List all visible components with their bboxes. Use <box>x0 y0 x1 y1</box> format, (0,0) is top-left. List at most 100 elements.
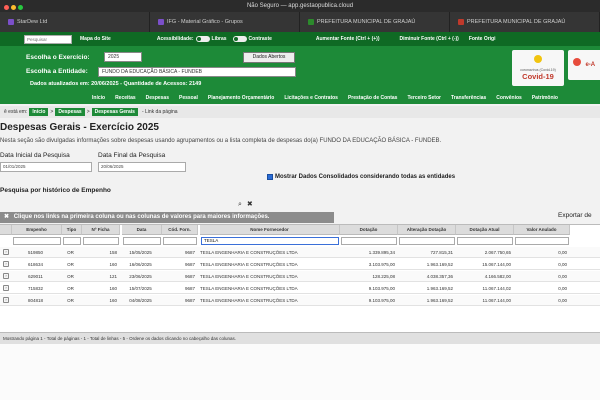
cell-dotacao[interactable]: 128.225,08 <box>340 271 395 282</box>
consolidados-checkbox[interactable]: Mostrar Dados Consolidados considerando … <box>267 174 455 180</box>
favicon-icon <box>8 18 14 25</box>
dados-abertos-button[interactable]: Dados Abertos <box>243 52 295 63</box>
expand-row-icon[interactable]: › <box>3 285 9 291</box>
breadcrumb-inicio[interactable]: Início <box>29 108 49 116</box>
cell-anulado[interactable]: 0,00 <box>514 259 567 270</box>
cell-atual[interactable]: 2.067.750,65 <box>456 247 511 258</box>
data-final-input[interactable]: 20/06/2025 <box>98 162 186 172</box>
nav-item[interactable]: Início <box>92 95 105 101</box>
cell-atual[interactable]: 15.067.144,00 <box>456 259 511 270</box>
contraste-toggle[interactable] <box>232 36 247 42</box>
column-header-data[interactable]: Data <box>122 225 162 235</box>
cell-atual[interactable]: 11.067.144,00 <box>456 295 511 306</box>
entidade-select[interactable]: FUNDO DA EDUCAÇÃO BÁSICA - FUNDEB <box>98 67 296 77</box>
browser-tab[interactable]: StarDew Ltd <box>0 12 150 32</box>
breadcrumb-despesas[interactable]: Despesas <box>55 108 85 116</box>
cell-anulado[interactable]: 0,00 <box>514 271 567 282</box>
contraste-label[interactable]: Contraste <box>249 36 272 42</box>
nav-item[interactable]: Planejamento Orçamentário <box>208 95 274 101</box>
browser-tab[interactable]: IFG - Material Gráfico - Grupos <box>150 12 300 32</box>
filter-input-alteracao[interactable] <box>399 237 455 245</box>
filter-input-anulado[interactable] <box>515 237 569 245</box>
libras-toggle[interactable] <box>195 36 210 42</box>
libras-label[interactable]: Libras <box>212 36 227 42</box>
nav-item[interactable]: Patrimônio <box>532 95 558 101</box>
cell-empenho[interactable]: 804818 <box>12 295 59 306</box>
checkbox-checked-icon[interactable] <box>267 174 273 180</box>
nav-item[interactable]: Terceiro Setor <box>407 95 441 101</box>
cell-dotacao[interactable]: 9.103.975,00 <box>340 283 395 294</box>
cell-dotacao[interactable]: 9.103.975,00 <box>340 295 395 306</box>
breadcrumb-despesas-gerais[interactable]: Despesas Gerais <box>91 108 138 116</box>
browser-address[interactable]: Não Seguro — app.gestaopublica.cloud <box>247 3 353 9</box>
filter-input-tipo[interactable] <box>63 237 81 245</box>
column-header-ficha[interactable]: Nº Ficha <box>82 225 120 235</box>
cell-empenho[interactable]: 715832 <box>12 283 59 294</box>
cell-dotacao[interactable]: 3.103.975,00 <box>340 259 395 270</box>
search-icon[interactable]: ⌕ <box>238 201 242 208</box>
expand-row-icon[interactable]: › <box>3 297 9 303</box>
column-header-tipo[interactable]: Tipo <box>62 225 82 235</box>
notice-text: Clique nos links na primeira coluna ou n… <box>13 214 270 220</box>
table-row[interactable]: › 519850 OR 158 15/05/2025 9687 TESLA ENGENHAR… <box>0 247 600 258</box>
filter-input-cod[interactable] <box>163 237 197 245</box>
column-header-empenho[interactable]: Empenho <box>12 225 62 235</box>
aumentar-fonte-link[interactable]: Aumentar Fonte (Ctrl + (+)) <box>316 36 380 42</box>
data-inicial-input[interactable]: 01/01/2025 <box>0 162 92 172</box>
expand-row-icon[interactable]: › <box>3 273 9 279</box>
nav-item[interactable]: Despesas <box>146 95 169 101</box>
mapa-site-link[interactable]: Mapa do Site <box>80 36 111 42</box>
cell-alteracao[interactable]: 1.963.169,52 <box>398 295 453 306</box>
table-row[interactable]: › 618634 OR 160 16/06/2025 9687 TESLA ENGENHAR… <box>0 259 600 270</box>
cell-alteracao[interactable]: 4.038.357,36 <box>398 271 453 282</box>
expand-row-icon[interactable]: › <box>3 261 9 267</box>
cell-empenho[interactable]: 519850 <box>12 247 59 258</box>
cell-alteracao[interactable]: 1.963.169,52 <box>398 283 453 294</box>
column-header-atual[interactable]: Dotação Atual <box>456 225 514 235</box>
filter-input-ficha[interactable] <box>83 237 119 245</box>
search-input[interactable] <box>24 34 72 44</box>
filter-input-data[interactable] <box>123 237 161 245</box>
filter-input-dotacao[interactable] <box>341 237 397 245</box>
nav-item[interactable]: Convênios <box>496 95 522 101</box>
nav-item[interactable]: Pessoal <box>179 95 198 101</box>
covid-banner[interactable]: coronavírus (Covid-19) Covid-19 <box>512 50 564 86</box>
nav-item[interactable]: Licitações e Contratos <box>284 95 338 101</box>
filter-input-atual[interactable] <box>457 237 513 245</box>
cell-empenho[interactable]: 629011 <box>12 271 59 282</box>
fonte-original-link[interactable]: Fonte Origi <box>469 36 496 42</box>
column-header-dotacao[interactable]: Dotação <box>340 225 398 235</box>
cell-nome: TESLA ENGENHARIA E CONSTRUÇÕES LTDA <box>200 250 298 255</box>
filter-input-empenho[interactable] <box>13 237 61 245</box>
cell-empenho[interactable]: 618634 <box>12 259 59 270</box>
nav-item[interactable]: Receitas <box>115 95 136 101</box>
cell-dotacao[interactable]: 1.339.895,34 <box>340 247 395 258</box>
expand-row-icon[interactable]: › <box>3 249 9 255</box>
cell-alteracao[interactable]: 1.963.169,52 <box>398 259 453 270</box>
table-row[interactable]: › 715832 OR 160 15/07/2025 9687 TESLA ENGENHAR… <box>0 283 600 294</box>
table-row[interactable]: › 804818 OR 160 04/08/2025 9687 TESLA ENGENHAR… <box>0 295 600 306</box>
nav-item[interactable]: Transferências <box>451 95 486 101</box>
cell-atual[interactable]: 11.067.144,02 <box>456 283 511 294</box>
cell-alteracao[interactable]: 727.815,31 <box>398 247 453 258</box>
column-header-anulado[interactable]: Valor Anulado <box>514 225 570 235</box>
nav-item[interactable]: Prestação de Contas <box>348 95 397 101</box>
diminuir-fonte-link[interactable]: Diminuir Fonte (Ctrl + (-)) <box>400 36 459 42</box>
cell-anulado[interactable]: 0,00 <box>514 247 567 258</box>
close-icon[interactable]: ✖ <box>4 214 9 220</box>
cell-anulado[interactable]: 0,00 <box>514 283 567 294</box>
cell-anulado[interactable]: 0,00 <box>514 295 567 306</box>
column-header-nome[interactable]: Nome Fornecedor <box>200 225 340 235</box>
exercicio-select[interactable]: 2025 <box>104 52 142 62</box>
column-header-cod[interactable]: Cód. Forn. <box>162 225 198 235</box>
column-header-alteracao[interactable]: Alteração Dotação <box>398 225 456 235</box>
filter-input-nome[interactable]: TESLA <box>201 237 339 245</box>
table-row[interactable]: › 629011 OR 121 23/06/2025 9687 TESLA ENGENHAR… <box>0 271 600 282</box>
secondary-banner[interactable]: e-A <box>568 50 600 80</box>
breadcrumb-suffix[interactable]: - Link da página <box>142 109 178 115</box>
browser-tab[interactable]: PREFEITURA MUNICIPAL DE GRAJAÚ <box>300 12 450 32</box>
clear-filter-icon[interactable]: ✖ <box>247 201 253 208</box>
exportar-link[interactable]: Exportar de <box>558 212 592 219</box>
cell-atual[interactable]: 4.166.582,00 <box>456 271 511 282</box>
browser-tab[interactable]: PREFEITURA MUNICIPAL DE GRAJAÚ <box>450 12 600 32</box>
